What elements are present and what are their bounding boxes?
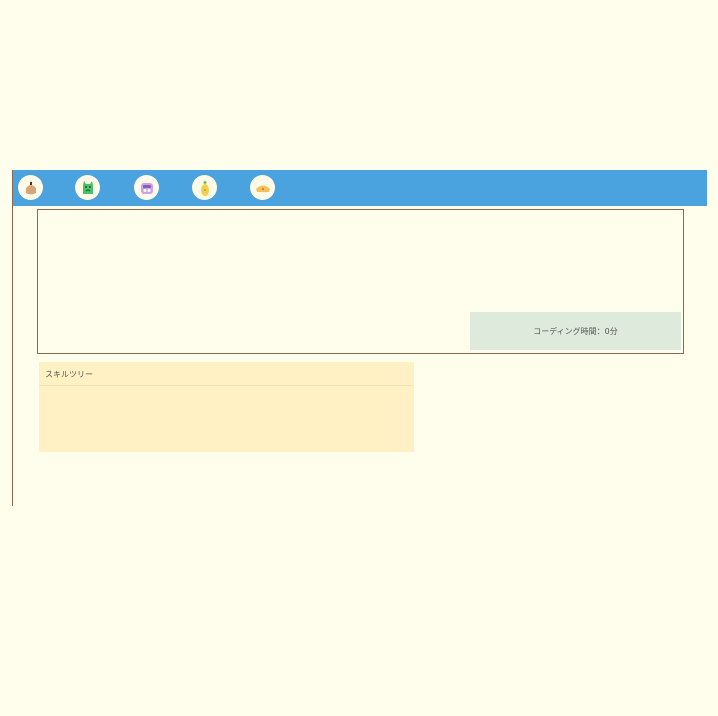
left-divider xyxy=(12,170,13,506)
coding-time-label: コーディング時間：0分 xyxy=(533,326,618,336)
skill-tree-title: スキルツリー xyxy=(45,370,93,379)
robot-icon[interactable] xyxy=(134,175,159,200)
frog-icon[interactable] xyxy=(75,175,100,200)
acorn-icon[interactable] xyxy=(18,175,43,200)
bread-icon[interactable] xyxy=(250,175,275,200)
page: コーディング時間：0分 スキルツリー xyxy=(0,0,718,716)
skill-tree-card: スキルツリー xyxy=(39,362,414,452)
top-navbar xyxy=(13,170,707,206)
skill-tree-divider xyxy=(39,385,414,386)
coding-time-display: コーディング時間：0分 xyxy=(470,312,681,350)
pineapple-icon[interactable] xyxy=(192,175,217,200)
